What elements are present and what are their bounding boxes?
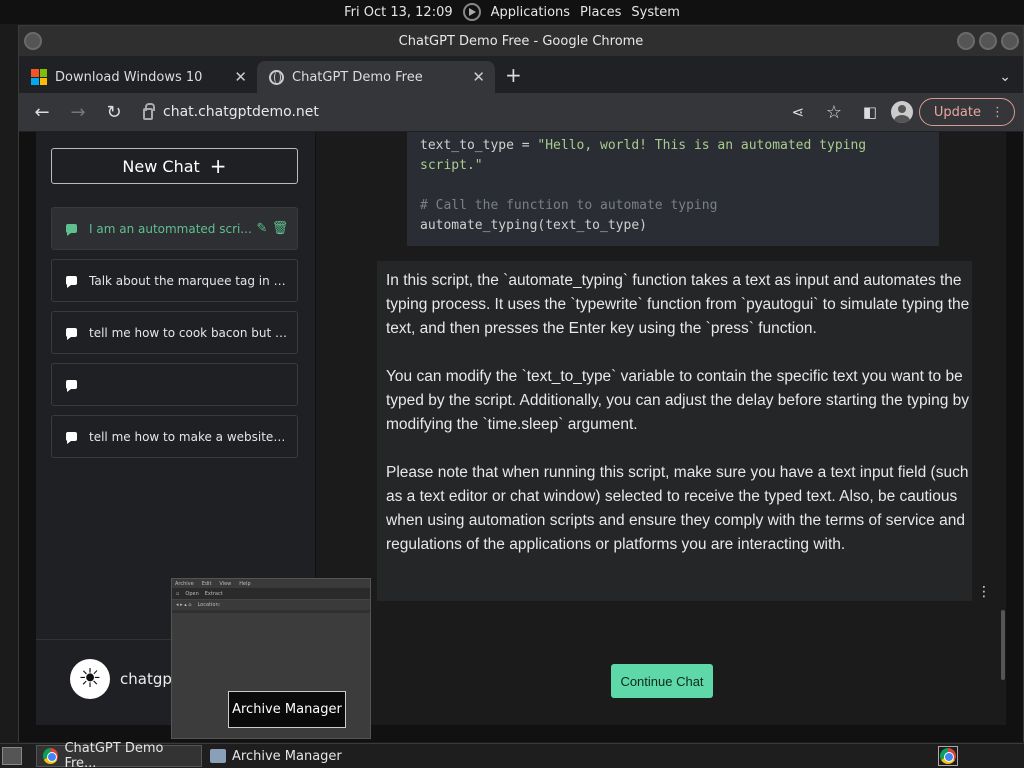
code-comment: # Call the function to automate typing — [420, 198, 718, 213]
chrome-icon — [940, 748, 956, 764]
globe-icon — [269, 69, 284, 85]
message-paragraph: In this script, the `automate_typing` fu… — [386, 272, 970, 337]
preview-open-label: Open — [185, 590, 199, 597]
close-window-button[interactable] — [1001, 32, 1019, 50]
new-archive-icon: ▫ — [176, 590, 180, 597]
browser-toolbar: ← → ↻ chat.chatgptdemo.net ⋖ ☆ ◧ Update … — [19, 93, 1023, 131]
preview-menu-item: View — [219, 580, 232, 587]
code-var: text_to_type = — [420, 138, 538, 153]
chrome-window: ChatGPT Demo Free - Google Chrome Downlo… — [18, 25, 1024, 742]
chat-title: I am an autommated scri... — [89, 221, 252, 236]
message-options-icon[interactable]: ⋮ — [977, 584, 991, 600]
new-chat-button[interactable]: New Chat + — [51, 148, 298, 184]
chat-history-item[interactable]: tell me how to make a website but... — [51, 415, 298, 458]
profile-avatar-icon[interactable] — [890, 101, 913, 123]
archive-manager-tooltip: Archive Manager — [228, 691, 346, 728]
tab-strip: Download Windows 10 ✕ ChatGPT Demo Free … — [19, 57, 1023, 93]
clock[interactable]: Fri Oct 13, 12:09 — [344, 5, 453, 20]
preview-extract-label: Extract — [204, 590, 223, 597]
code-string: script." — [420, 158, 483, 173]
window-menu-button[interactable] — [24, 32, 42, 50]
applications-icon[interactable] — [462, 3, 481, 21]
edit-pencil-icon[interactable]: ✎ — [253, 221, 271, 236]
update-button[interactable]: Update ⋮ — [918, 98, 1015, 126]
chat-history-item[interactable]: I am an autommated scri... ✎ 🗑 — [51, 207, 298, 250]
reload-icon[interactable]: ↻ — [99, 97, 129, 127]
update-label: Update — [933, 104, 981, 120]
close-tab-icon[interactable]: ✕ — [472, 68, 485, 86]
preview-menubar: Archive Edit View Help — [172, 579, 370, 588]
new-chat-label: New Chat — [122, 156, 200, 176]
maximize-button[interactable] — [979, 32, 997, 50]
preview-location-bar: ◂ ▸ ▴ ⌂ Location: — [172, 600, 370, 610]
chat-bubble-icon — [66, 432, 77, 444]
archive-manager-icon — [210, 749, 226, 763]
taskbar-item-label: ChatGPT Demo Fre... — [64, 741, 164, 768]
chat-title: Talk about the marquee tag in gre... — [89, 273, 289, 288]
chat-history-item[interactable]: Talk about the marquee tag in gre... — [51, 259, 298, 302]
code-call: automate_typing(text_to_type) — [420, 218, 647, 233]
preview-location-label: Location: — [197, 602, 221, 608]
address-bar[interactable]: chat.chatgptdemo.net — [135, 97, 777, 127]
taskbar-item-chrome[interactable]: ChatGPT Demo Fre... — [36, 741, 202, 768]
tab-search-chevron-icon[interactable]: ⌄ — [999, 69, 1011, 85]
continue-chat-button[interactable]: Continue Chat — [611, 664, 713, 698]
user-profile[interactable]: ☀ chatgpt — [70, 659, 178, 699]
preview-menu-item: Archive — [175, 580, 194, 587]
forward-arrow-icon[interactable]: → — [63, 97, 93, 127]
back-arrow-icon[interactable]: ← — [27, 97, 57, 127]
bookmark-star-icon[interactable]: ☆ — [819, 97, 849, 127]
message-paragraph: Please note that when running this scrip… — [386, 464, 969, 553]
message-paragraph: You can modify the `text_to_type` variab… — [386, 368, 970, 433]
profile-name: chatgpt — [120, 670, 178, 688]
windows-logo-icon — [31, 69, 47, 85]
taskbar-item-archive-manager[interactable]: Archive Manager — [204, 745, 348, 767]
new-tab-icon[interactable]: + — [505, 63, 522, 87]
taskbar-item-label: Archive Manager — [232, 748, 342, 764]
chat-bubble-icon — [66, 224, 77, 236]
kebab-menu-icon: ⋮ — [991, 104, 1004, 120]
system-menu[interactable]: System — [631, 5, 679, 20]
chat-title: tell me how to make a website but... — [89, 429, 289, 444]
chat-bubble-icon — [66, 328, 77, 340]
page-scrollbar[interactable] — [1001, 610, 1005, 680]
chat-main: text_to_type = "Hello, world! This is an… — [316, 132, 1006, 725]
chat-bubble-icon — [66, 380, 77, 392]
tray-chrome-icon[interactable] — [938, 746, 958, 766]
top-panel: Fri Oct 13, 12:09 Applications Places Sy… — [0, 0, 1024, 24]
share-icon[interactable]: ⋖ — [783, 97, 813, 127]
chat-bubble-icon — [66, 276, 77, 288]
assistant-message: In this script, the `automate_typing` fu… — [377, 261, 972, 601]
window-title: ChatGPT Demo Free - Google Chrome — [398, 33, 644, 49]
tab-title: Download Windows 10 — [55, 69, 203, 85]
code-string: "Hello, world! This is an automated typi… — [537, 138, 867, 153]
code-block: text_to_type = "Hello, world! This is an… — [407, 132, 939, 246]
tab-download-windows[interactable]: Download Windows 10 ✕ — [19, 61, 257, 93]
preview-menu-item: Edit — [201, 580, 212, 587]
places-menu[interactable]: Places — [580, 5, 621, 20]
chat-title: tell me how to cook bacon but wri... — [89, 325, 289, 340]
chat-history-item[interactable]: tell me how to cook bacon but wri... — [51, 311, 298, 354]
chrome-icon — [43, 748, 59, 764]
preview-menu-item: Help — [239, 580, 251, 587]
bottom-taskbar: ChatGPT Demo Fre... Archive Manager — [0, 741, 1024, 768]
url-text: chat.chatgptdemo.net — [163, 104, 319, 120]
page-viewport: New Chat + I am an autommated scri... ✎ … — [19, 132, 1023, 742]
lock-icon[interactable] — [143, 102, 155, 120]
sun-avatar-icon: ☀ — [70, 659, 110, 699]
minimize-button[interactable] — [957, 32, 975, 50]
tab-title: ChatGPT Demo Free — [292, 69, 423, 85]
preview-nav-icon: ◂ ▸ ▴ ⌂ — [176, 602, 192, 608]
tab-chatgpt-demo[interactable]: ChatGPT Demo Free ✕ — [257, 61, 495, 93]
show-desktop-icon[interactable] — [2, 747, 22, 765]
trash-icon[interactable]: 🗑 — [271, 221, 289, 236]
applications-menu[interactable]: Applications — [491, 5, 570, 20]
side-panel-icon[interactable]: ◧ — [855, 97, 885, 127]
chat-history-item[interactable] — [51, 363, 298, 406]
preview-toolbar: ▫ Open Extract — [172, 588, 370, 600]
window-titlebar[interactable]: ChatGPT Demo Free - Google Chrome — [19, 26, 1023, 57]
plus-icon: + — [209, 154, 227, 178]
close-tab-icon[interactable]: ✕ — [234, 68, 247, 86]
